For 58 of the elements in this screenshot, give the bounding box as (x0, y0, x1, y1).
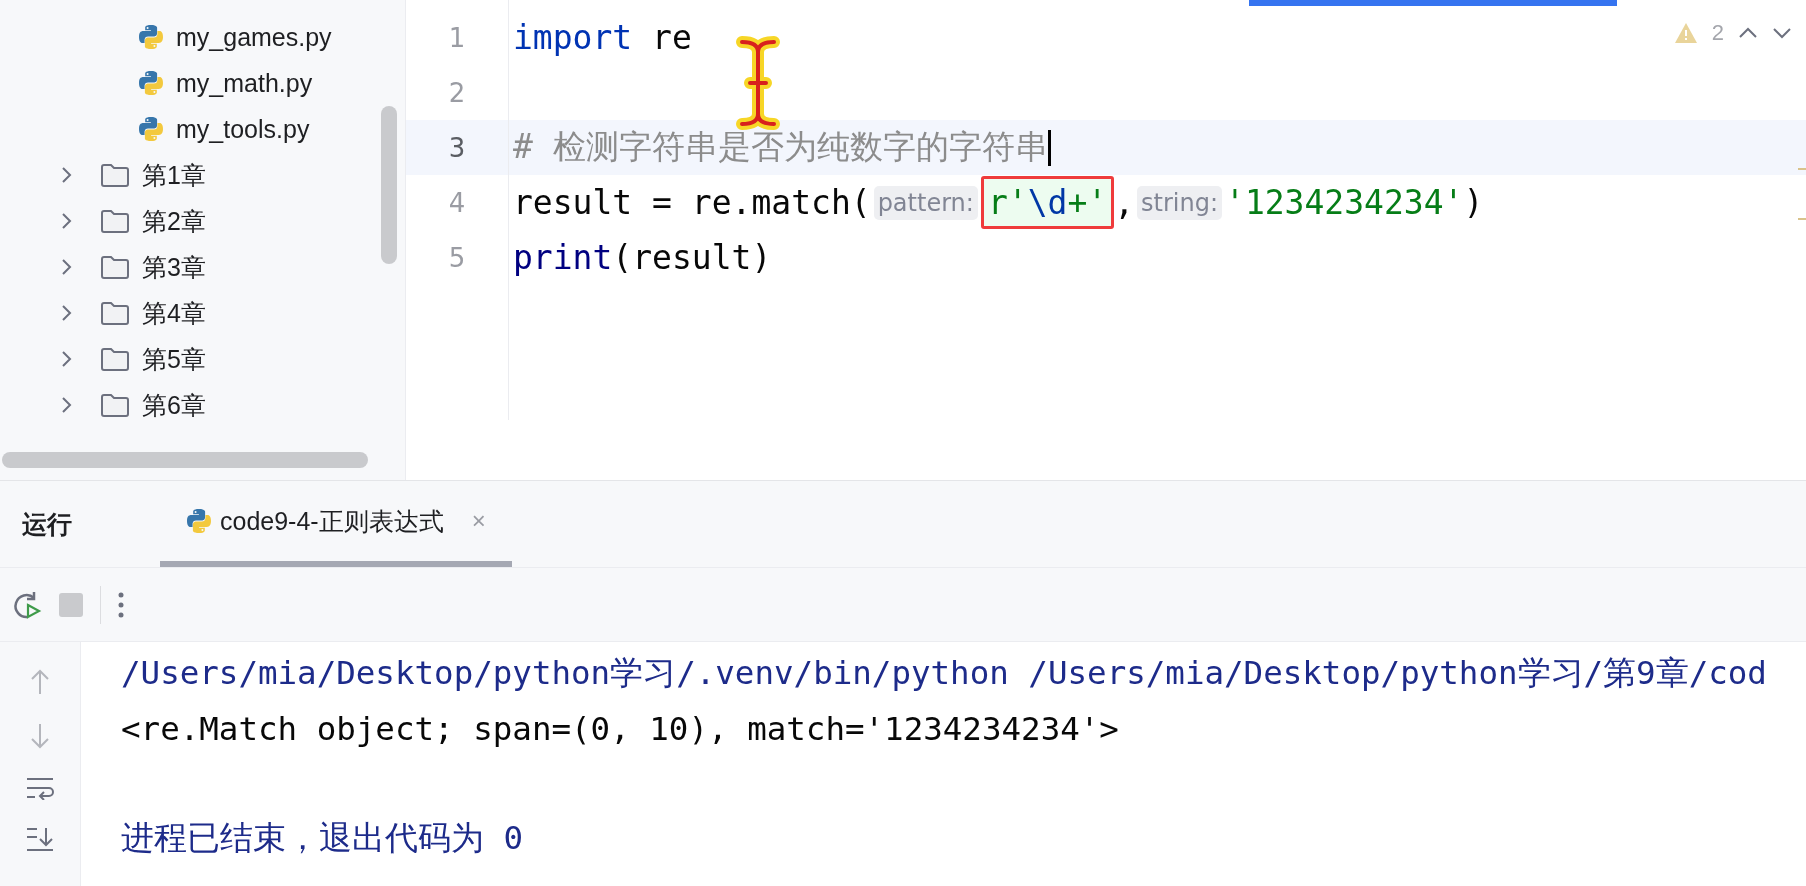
code-comment: # 检测字符串是否为纯数字的字符串 (513, 126, 1048, 168)
python-icon (186, 508, 212, 534)
chevron-icon[interactable] (60, 395, 74, 415)
code-text: result = re.match( (513, 183, 871, 222)
folder-icon (100, 254, 130, 280)
console-message: /Users/mia/Desktop/python学习/.venv/bin/python /Users/mia/Desktop/python学习/第9章/cod (121, 652, 1767, 694)
chevron-icon[interactable] (60, 165, 74, 185)
console-message: 进程已结束，退出代码为 0 (121, 817, 524, 859)
folder-icon (100, 346, 130, 372)
folder-name[interactable]: 第4章 (142, 296, 206, 330)
folder-name[interactable]: 第1章 (142, 158, 206, 192)
scrollbar-thumb[interactable] (381, 106, 397, 264)
soft-wrap-icon[interactable] (25, 776, 55, 800)
keyword: import (513, 18, 633, 57)
chevron-down-icon[interactable] (1772, 26, 1792, 40)
error-stripe-marks (1798, 168, 1806, 220)
python-file-icon (138, 70, 164, 96)
file-name[interactable]: my_tools.py (176, 114, 310, 144)
escape-sequence: \d (1027, 183, 1068, 222)
line-number: 2 (447, 76, 467, 110)
python-file-icon (138, 116, 164, 142)
folder-icon (100, 208, 130, 234)
line-number: 3 (406, 120, 508, 175)
file-name[interactable]: my_math.py (176, 68, 313, 98)
folder-name[interactable]: 第3章 (142, 250, 206, 284)
line-number: 5 (447, 241, 467, 275)
more-icon[interactable] (117, 590, 125, 619)
inlay-hint: string: (1137, 185, 1222, 220)
folder-name[interactable]: 第5章 (142, 342, 206, 376)
folder-icon (100, 300, 130, 326)
line-number: 4 (447, 186, 467, 220)
line-number: 1 (447, 21, 467, 55)
folder-icon (100, 392, 130, 418)
code-text: (result) (612, 238, 772, 277)
inlay-hint: pattern: (873, 185, 978, 220)
panel-title: 运行 (22, 508, 72, 540)
scroll-to-end-icon[interactable] (25, 826, 55, 852)
chevron-up-icon[interactable] (1738, 26, 1758, 40)
string-literal: +' (1067, 183, 1108, 222)
chevron-icon[interactable] (60, 349, 74, 369)
text-cursor-icon (736, 36, 780, 130)
folder-name[interactable]: 第2章 (142, 204, 206, 238)
code-text: ) (1463, 183, 1484, 222)
chevron-icon[interactable] (60, 211, 74, 231)
chevron-icon[interactable] (60, 303, 74, 323)
builtin-name: print (513, 238, 613, 277)
console-output: <re.Match object; span=(0, 10), match='1234234234'> (121, 709, 1119, 748)
python-file-icon (138, 24, 164, 50)
folder-icon (100, 162, 130, 188)
code-text: re (651, 18, 692, 57)
code-text: , (1114, 183, 1135, 222)
string-literal: '1234234234' (1225, 183, 1464, 222)
file-name[interactable]: my_games.py (176, 22, 332, 52)
folder-name[interactable]: 第6章 (142, 388, 206, 422)
chevron-icon[interactable] (60, 257, 74, 277)
tab-label: code9-4-正则表达式 (220, 505, 444, 537)
scrollbar-thumb[interactable] (2, 452, 368, 468)
string-literal: r' (987, 183, 1028, 222)
